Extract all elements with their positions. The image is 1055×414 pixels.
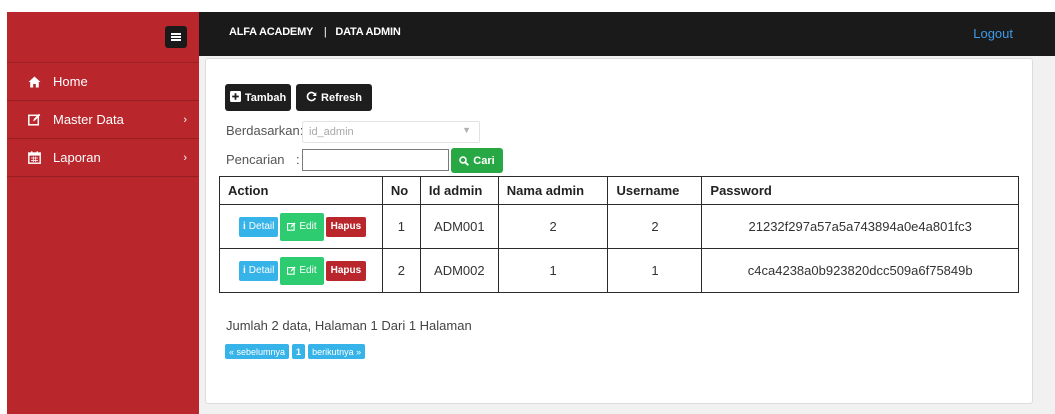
home-icon <box>27 76 41 88</box>
column-header: Username <box>607 176 703 205</box>
refresh-icon <box>306 91 317 105</box>
edit-icon <box>27 113 41 126</box>
sidebar-item-laporan[interactable]: Laporan › <box>7 139 199 177</box>
search-label: Pencarian <box>226 152 285 167</box>
delete-button[interactable]: Hapus <box>325 260 367 281</box>
sidebar-item-label: Master Data <box>53 112 124 127</box>
pagination-info: Jumlah 2 data, Halaman 1 Dari 1 Halaman <box>226 318 472 333</box>
column-header: Nama admin <box>497 176 609 205</box>
search-icon <box>459 155 470 166</box>
calendar-icon <box>27 151 41 164</box>
edit-label: Edit <box>299 265 317 276</box>
detail-label: Detail <box>248 221 275 232</box>
search-colon: : <box>296 152 300 167</box>
filter-by-value: id_admin <box>309 126 354 138</box>
action-cell: i Detail Edit Hapus <box>219 204 383 249</box>
sidebar-header <box>7 12 199 63</box>
refresh-button[interactable]: Refresh <box>296 84 372 111</box>
cell-no: 1 <box>381 204 421 249</box>
table-row: i Detail Edit Hapus 1 ADM001 2 2 21232f2… <box>219 204 1019 249</box>
filter-by-label: Berdasarkan: <box>226 123 304 138</box>
plus-square-icon <box>229 90 241 105</box>
page-1-button[interactable]: 1 <box>292 344 306 359</box>
brand-name: ALFA ACADEMY <box>229 26 313 38</box>
column-header: Id admin <box>419 176 499 205</box>
edit-button[interactable]: Edit <box>280 256 324 285</box>
sidebar-item-home[interactable]: Home <box>7 63 199 101</box>
action-cell: i Detail Edit Hapus <box>219 248 383 293</box>
delete-button[interactable]: Hapus <box>325 216 367 237</box>
column-header: Password <box>701 176 1019 205</box>
next-page-button[interactable]: berikutnya » <box>308 344 366 359</box>
column-header: Action <box>219 176 383 205</box>
sidebar-item-master-data[interactable]: Master Data › <box>7 101 199 139</box>
search-input[interactable] <box>302 149 449 171</box>
info-icon: i <box>243 265 246 276</box>
add-button[interactable]: Tambah <box>225 84 291 111</box>
cell-id-admin: ADM002 <box>419 248 499 293</box>
sidebar: Home Master Data › Laporan › <box>7 12 199 414</box>
menu-toggle-button[interactable] <box>165 26 187 48</box>
cell-username: 1 <box>607 248 703 293</box>
edit-icon <box>287 222 296 231</box>
cell-nama-admin: 2 <box>497 204 609 249</box>
chevron-right-icon: › <box>183 113 187 126</box>
logout-link[interactable]: Logout <box>973 26 1013 41</box>
detail-button[interactable]: i Detail <box>239 216 279 237</box>
pagination: « sebelumnya 1 berikutnya » <box>225 344 366 359</box>
admin-table: Action No Id admin Nama admin Username P… <box>219 176 1019 293</box>
edit-label: Edit <box>299 221 317 232</box>
edit-button[interactable]: Edit <box>280 212 324 241</box>
edit-icon <box>287 266 296 275</box>
cell-password: 21232f297a57a5a743894a0e4a801fc3 <box>701 204 1019 249</box>
info-icon: i <box>243 221 246 232</box>
search-button[interactable]: Cari <box>451 148 503 173</box>
table-row: i Detail Edit Hapus 2 ADM002 1 1 c4ca423… <box>219 248 1019 293</box>
cell-username: 2 <box>607 204 703 249</box>
cell-id-admin: ADM001 <box>419 204 499 249</box>
main-panel: Tambah Refresh Berdasarkan: id_admin ▼ P… <box>205 58 1033 404</box>
sidebar-item-label: Laporan <box>53 150 101 165</box>
sidebar-item-label: Home <box>53 74 88 89</box>
table-header-row: Action No Id admin Nama admin Username P… <box>219 176 1019 205</box>
column-header: No <box>381 176 421 205</box>
top-bar: ALFA ACADEMY | DATA ADMIN Logout <box>199 12 1055 56</box>
filter-by-select[interactable]: id_admin ▼ <box>302 121 480 143</box>
cell-nama-admin: 1 <box>497 248 609 293</box>
cell-password: c4ca4238a0b923820dcc509a6f75849b <box>701 248 1019 293</box>
breadcrumb-separator: | <box>323 26 327 38</box>
prev-page-button[interactable]: « sebelumnya <box>225 344 290 359</box>
chevron-down-icon: ▼ <box>462 125 471 135</box>
refresh-button-label: Refresh <box>321 91 362 104</box>
search-button-label: Cari <box>473 154 495 167</box>
chevron-right-icon: › <box>183 151 187 164</box>
detail-button[interactable]: i Detail <box>239 260 279 281</box>
add-button-label: Tambah <box>244 91 287 104</box>
cell-no: 2 <box>381 248 421 293</box>
section-name: DATA ADMIN <box>335 26 401 38</box>
breadcrumb: ALFA ACADEMY | DATA ADMIN <box>229 26 401 38</box>
detail-label: Detail <box>248 265 275 276</box>
